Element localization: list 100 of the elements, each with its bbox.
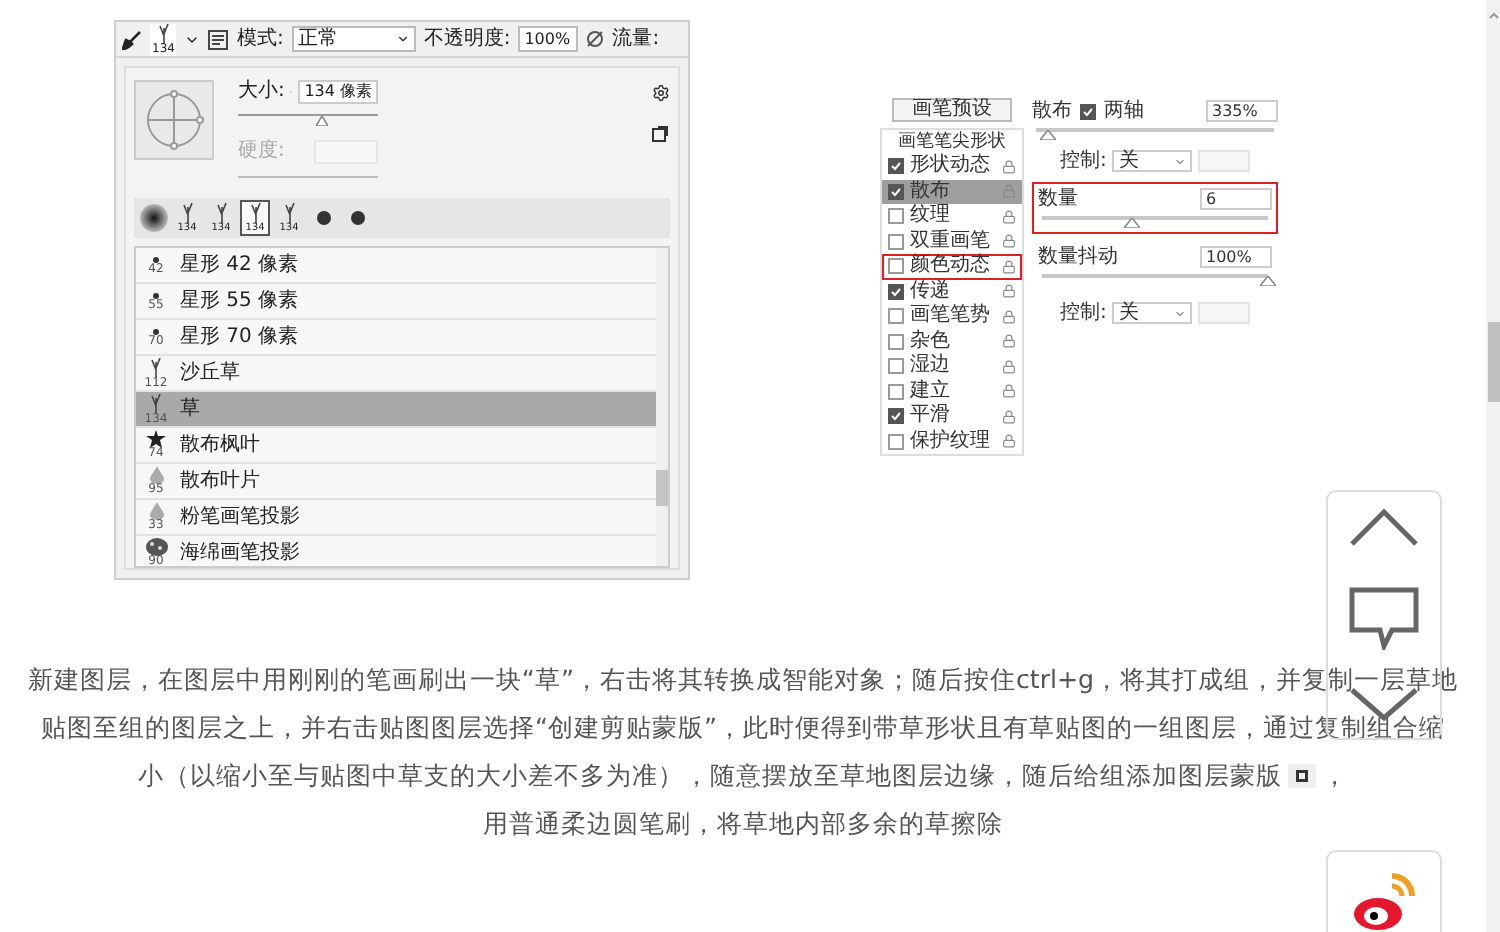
paragraph-line: 新建图层，在图层中用刚刚的笔画刷出一块“草”，右击将其转换成智能对象；随后按住ctrl+g，将其打成组，并复制一层草地 — [27, 664, 1459, 694]
both-axes-label: 两轴 — [1104, 101, 1144, 121]
brush-preset-button[interactable]: 画笔预设 — [892, 98, 1012, 122]
brush-name: 散布叶片 — [180, 471, 260, 491]
flow-label: 流量: — [612, 29, 660, 49]
lock-icon[interactable] — [1002, 159, 1016, 174]
grass-brush-icon — [215, 202, 227, 224]
brush-name: 星形 42 像素 — [180, 255, 299, 275]
grass-brush-icon — [283, 202, 295, 224]
brush-name: 海绵画笔投影 — [180, 543, 300, 563]
opacity-label: 不透明度: — [423, 29, 511, 49]
option-checkbox[interactable] — [888, 183, 904, 200]
slider-thumb[interactable] — [1260, 276, 1276, 286]
grass-brush-icon — [157, 23, 170, 43]
setting-field[interactable]: 6 — [1200, 188, 1272, 210]
slider-track[interactable] — [1036, 128, 1274, 140]
size-field[interactable]: 134 像素 — [298, 80, 378, 104]
list-scrollbar[interactable] — [656, 248, 668, 566]
panel-toggle-icon[interactable] — [208, 29, 229, 49]
size-slider-track[interactable] — [238, 114, 378, 126]
control-label: 控制: — [1060, 303, 1107, 323]
page-scrollbar[interactable] — [1486, 0, 1500, 932]
setting-field[interactable]: 100% — [1200, 246, 1272, 268]
lock-icon[interactable] — [1002, 434, 1016, 449]
brush-option-row[interactable]: 双重画笔 — [882, 229, 1022, 254]
option-checkbox[interactable] — [888, 358, 904, 375]
control-field[interactable] — [1198, 302, 1251, 324]
brush-option-row[interactable]: 纹理 — [882, 204, 1022, 229]
option-checkbox[interactable] — [888, 258, 904, 275]
paragraph-line: 用普通柔边圆笔刷，将草地内部多余的草擦除 — [483, 808, 1003, 838]
tip-shape-heading[interactable]: 画笔笔尖形状 — [882, 130, 1022, 154]
caret-icon — [395, 32, 410, 46]
opacity-field[interactable]: 100% — [518, 26, 579, 52]
new-preset-icon[interactable] — [652, 126, 668, 142]
control-dropdown[interactable]: 关 — [1112, 150, 1193, 172]
lock-icon[interactable] — [1002, 284, 1016, 299]
setting-label: 数量 — [1038, 189, 1078, 209]
brush-option-row[interactable]: 湿边 — [882, 354, 1022, 379]
settings-icon[interactable] — [652, 84, 670, 102]
brush-name: 散布枫叶 — [180, 435, 260, 455]
comment-icon[interactable] — [1348, 585, 1420, 649]
soft-brush-icon — [139, 204, 167, 232]
mode-dropdown[interactable]: 正常 — [291, 26, 416, 52]
paragraph-comma: ， — [1322, 760, 1348, 790]
lock-icon[interactable] — [1002, 384, 1016, 399]
lock-icon[interactable] — [1002, 334, 1016, 349]
dot-brush-icon — [349, 210, 365, 226]
dot-brush-icon — [152, 291, 160, 299]
layer-mask-icon — [1288, 763, 1316, 787]
sponge-brush-icon — [145, 538, 167, 556]
share-logo-icon[interactable] — [1352, 872, 1416, 932]
brush-name: 沙丘草 — [180, 363, 240, 383]
option-checkbox[interactable] — [888, 208, 904, 225]
brush-option-row[interactable]: 形状动态 — [882, 154, 1022, 179]
control-label: 控制: — [1060, 151, 1107, 171]
lock-icon[interactable] — [1002, 409, 1016, 424]
option-checkbox[interactable] — [888, 333, 904, 350]
brush-preset-swatch[interactable] — [138, 200, 168, 236]
brush-option-row[interactable]: 颜色动态 — [882, 254, 1022, 279]
pressure-icon[interactable] — [586, 30, 605, 48]
caret-icon — [1174, 155, 1187, 167]
lock-icon[interactable] — [1002, 259, 1016, 274]
paragraph-line: 小（以缩小至与贴图中草支的大小差不多为准），随意摆放至草地图层边缘，随后给组添加图层蒙版 — [138, 760, 1282, 790]
option-checkbox[interactable] — [888, 433, 904, 450]
brush-option-row[interactable]: 画笔笔势 — [882, 304, 1022, 329]
option-checkbox[interactable] — [888, 233, 904, 250]
control-dropdown[interactable]: 关 — [1112, 302, 1193, 324]
brush-name: 草 — [180, 399, 200, 419]
scatter-field[interactable]: 335% — [1206, 100, 1278, 122]
option-checkbox[interactable] — [888, 158, 904, 175]
mode-label: 模式: — [236, 29, 284, 49]
brush-tip-preview-drawing[interactable] — [134, 80, 214, 160]
scroll-up-icon[interactable] — [1487, 10, 1499, 22]
option-checkbox[interactable] — [888, 383, 904, 400]
dot-brush-icon — [152, 327, 160, 335]
option-checkbox[interactable] — [888, 283, 904, 300]
brush-option-row[interactable]: 保护纹理 — [882, 429, 1022, 454]
both-axes-checkbox[interactable] — [1080, 103, 1096, 119]
brush-option-row[interactable]: 散布 — [882, 179, 1022, 204]
grass-brush-icon — [150, 357, 162, 377]
lock-icon[interactable] — [1002, 234, 1016, 249]
option-checkbox[interactable] — [888, 308, 904, 325]
brush-option-row[interactable]: 平滑 — [882, 404, 1022, 429]
lock-icon[interactable] — [1002, 359, 1016, 374]
option-checkbox[interactable] — [888, 408, 904, 425]
brush-option-row[interactable]: 杂色 — [882, 329, 1022, 354]
leaf-brush-icon — [146, 430, 166, 448]
grass-brush-icon — [181, 202, 193, 224]
slider-track[interactable] — [1042, 216, 1268, 228]
grass-brush-icon — [249, 202, 261, 224]
scroll-up-icon[interactable] — [1348, 508, 1420, 548]
lock-icon[interactable] — [1002, 209, 1016, 224]
control-field[interactable] — [1198, 150, 1251, 172]
lock-icon[interactable] — [1002, 309, 1016, 324]
brush-option-row[interactable]: 传递 — [882, 279, 1022, 304]
size-label: 大小: — [238, 82, 285, 102]
brush-name: 粉笔画笔投影 — [180, 507, 300, 527]
brush-icon[interactable] — [122, 29, 142, 49]
dot-brush-icon — [315, 210, 331, 226]
brush-option-row[interactable]: 建立 — [882, 379, 1022, 404]
